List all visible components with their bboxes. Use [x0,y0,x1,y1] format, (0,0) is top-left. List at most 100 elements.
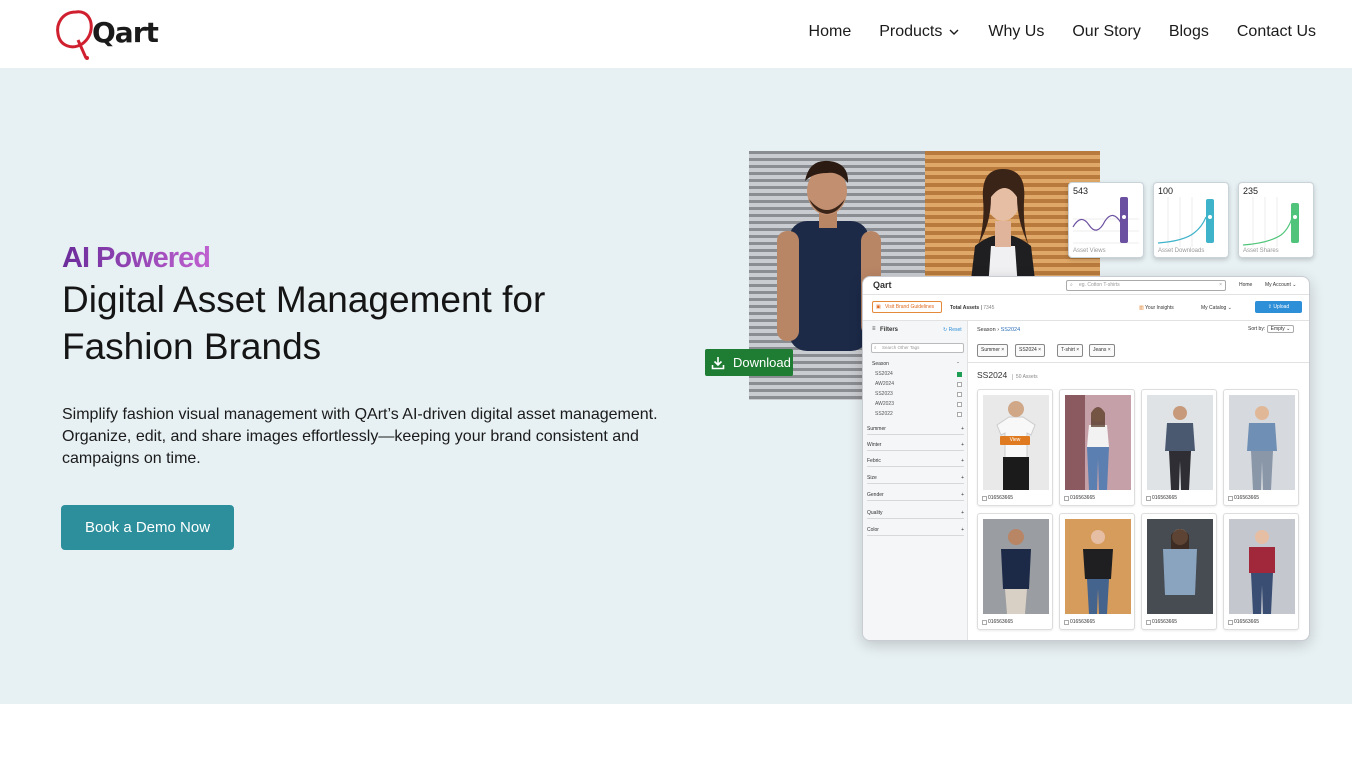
stat-label: Asset Downloads [1158,248,1205,254]
checkbox[interactable] [957,402,962,407]
qart-logo[interactable]: Qart [54,6,159,62]
checkbox[interactable] [957,412,962,417]
checkbox[interactable] [982,496,987,501]
hero-headline: Digital Asset Management for Fashion Bra… [62,279,546,367]
season-option[interactable]: SS2022 [875,411,893,417]
chip-label: Summer [981,347,1000,353]
nav-our-story[interactable]: Our Story [1072,23,1140,41]
filter-icon: ≡ [872,326,876,332]
expand-icon: + [961,425,964,432]
checkbox[interactable] [1064,496,1069,501]
checkbox[interactable] [1064,620,1069,625]
expand-icon: + [961,441,964,448]
checkbox[interactable] [957,392,962,397]
hero-subtext: Simplify fashion visual management with … [62,406,658,467]
nav-products[interactable]: Products [879,23,960,41]
filter-chip[interactable]: Summer × [977,344,1009,357]
nav-home[interactable]: Home [809,23,852,41]
woman-jeans-model-image [1065,395,1131,490]
stat-label: Asset Views [1073,248,1106,254]
season-option[interactable]: SS2023 [875,391,893,397]
nav-blogs[interactable]: Blogs [1169,23,1209,41]
search-icon: ⌕ [874,345,877,350]
reset-label: Reset [948,327,962,333]
filter-group-gender[interactable]: Gender + [867,489,964,501]
nav-why-us[interactable]: Why Us [988,23,1044,41]
checkbox-checked[interactable] [957,372,962,377]
view-button[interactable]: View [1000,436,1030,445]
download-icon [711,356,725,369]
upload-button[interactable]: ⇪ Upload [1255,301,1302,313]
checkbox[interactable] [982,620,987,625]
asset-card[interactable]: 016563665 [1223,389,1299,506]
collapse-icon[interactable]: - [957,360,959,366]
nav-contact-us[interactable]: Contact Us [1237,23,1316,41]
filter-group-quality[interactable]: Quality + [867,507,964,519]
filter-group-label: Gender [867,491,884,498]
asset-thumbnail [1065,395,1131,490]
asset-thumbnail [1229,395,1295,490]
season-option[interactable]: SS2024 [875,371,893,377]
filter-chip[interactable]: T-shirt × [1057,344,1084,357]
asset-card[interactable]: View 016563665 [977,389,1053,506]
season-option[interactable]: AW2024 [875,381,894,387]
download-button[interactable]: Download [705,349,793,376]
checkbox[interactable] [1146,620,1151,625]
mockup-account-menu[interactable]: My Account ⌄ [1265,282,1296,288]
clear-icon[interactable]: × [1219,281,1222,290]
season-option[interactable]: AW2023 [875,401,894,407]
reset-filters-button[interactable]: ↻ Reset [943,327,962,333]
filter-group-label: Color [867,526,879,533]
checkbox[interactable] [957,382,962,387]
asset-id: 016563665 [988,495,1014,501]
catalog-dropdown[interactable]: My Catalog ⌄ [1201,305,1232,311]
breadcrumb-root[interactable]: Season [977,327,996,333]
book-demo-button[interactable]: Book a Demo Now [61,505,234,550]
brand-guidelines-label: Visit Brand Guidelines [885,304,935,310]
mockup-topbar: Qart eg. Cotton T-shirts ⌕ × Home My Acc… [863,277,1309,295]
insights-icon: ▥ [1139,305,1144,311]
woman-leather-model-image [1065,519,1131,614]
mockup-search-placeholder: eg. Cotton T-shirts [1079,282,1120,288]
section-header: SS2024 50 Assets [977,370,1038,380]
asset-card[interactable]: 016563665 [1059,389,1135,506]
breadcrumb-current: SS2024 [1000,327,1021,333]
asset-card[interactable]: 016563665 [977,513,1053,630]
tag-search-input[interactable]: ⌕ Search Other Tags [871,343,964,353]
filter-group-size[interactable]: Size + [867,472,964,484]
asset-card[interactable]: 016563665 [1141,513,1217,630]
filter-group-label: Winter [867,441,882,448]
asset-thumbnail [1147,519,1213,614]
insights-button[interactable]: ▥ Your Insights [1139,305,1174,311]
refresh-icon: ↻ [943,327,948,333]
mockup-search-input[interactable]: eg. Cotton T-shirts ⌕ × [1066,280,1226,291]
mockup-account-label: My Account [1265,282,1291,288]
asset-card[interactable]: 016563665 [1223,513,1299,630]
sort-select[interactable]: Empty ⌄ [1266,325,1295,333]
filter-chip[interactable]: Jeans × [1089,344,1115,357]
expand-icon: + [961,491,964,498]
stat-card-views: 543 Asset Views [1068,182,1144,258]
asset-card[interactable]: 016563665 [1141,389,1217,506]
mockup-home-link[interactable]: Home [1239,282,1252,288]
brand-guidelines-button[interactable]: ▣ Visit Brand Guidelines [872,301,942,313]
asset-card[interactable]: 016563665 [1059,513,1135,630]
chip-label: Jeans [1093,347,1107,353]
sort-label: Sort by: [1248,326,1266,332]
filter-group-label: Summer [867,425,886,432]
asset-id: 016563665 [1070,495,1096,501]
checkbox[interactable] [1228,620,1233,625]
chip-label: SS2024 [1019,347,1037,353]
asset-id: 016563665 [1070,619,1096,625]
hero-section: AI Powered Digital Asset Management for … [0,68,1352,704]
filter-group-winter[interactable]: Winter + [867,439,964,451]
checkbox[interactable] [1146,496,1151,501]
asset-id: 016563665 [1152,495,1178,501]
sort-control[interactable]: Sort by: Empty ⌄ [1248,325,1295,333]
checkbox[interactable] [1228,496,1233,501]
filter-chip[interactable]: SS2024 × [1015,344,1046,357]
filter-group-fabric[interactable]: Febric + [867,455,964,467]
filter-group-summer[interactable]: Summer + [867,423,964,435]
search-icon: ⌕ [1070,282,1073,288]
filter-group-color[interactable]: Color + [867,524,964,536]
